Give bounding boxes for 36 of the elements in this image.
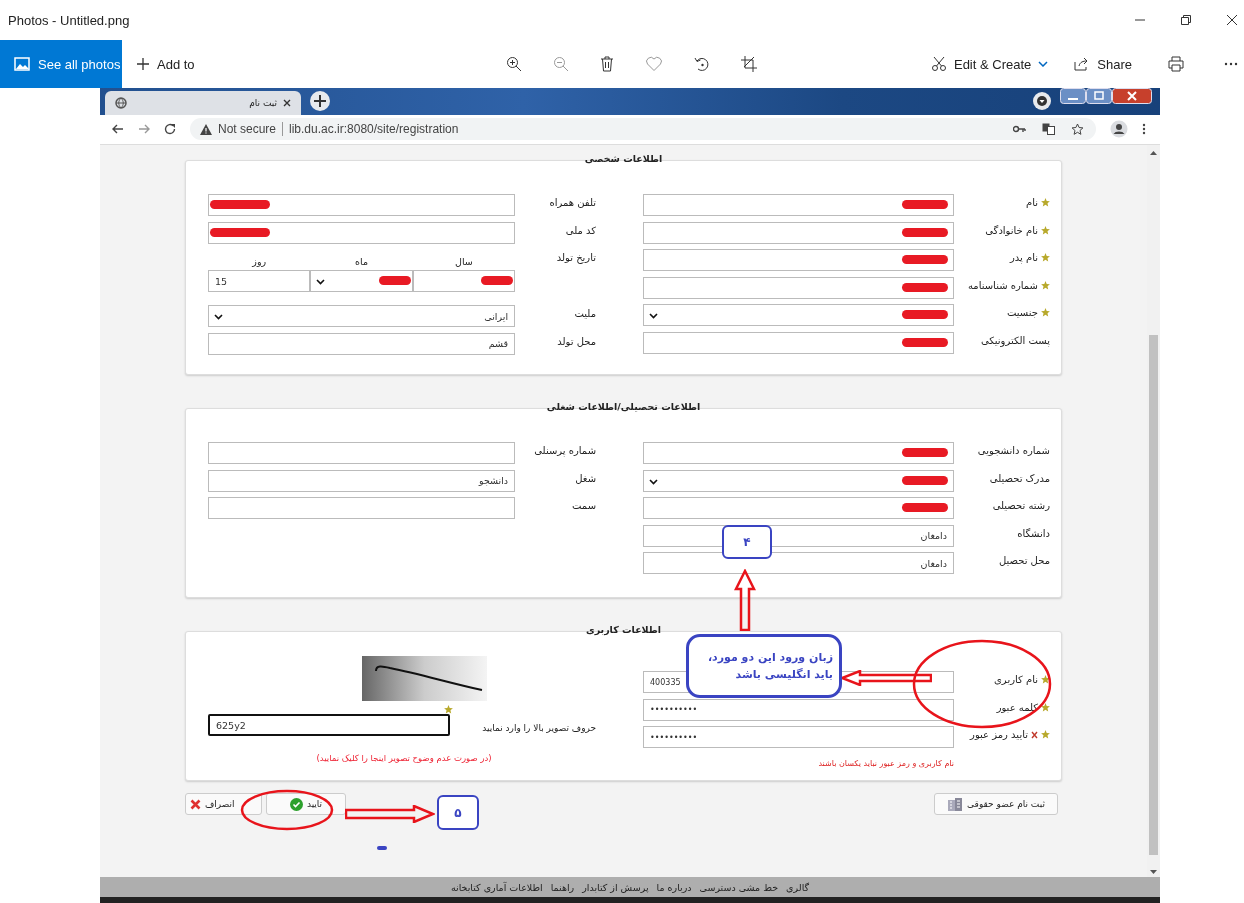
field-label: نام پدر (1009, 252, 1038, 264)
field-label: تلفن همراه (549, 197, 597, 209)
field-label: شماره پرسنلی (534, 445, 597, 457)
field-label: تاریخ تولد (556, 252, 597, 264)
field-label: ملیت (574, 308, 597, 320)
field-label: شغل (575, 472, 597, 484)
date-part-label: روز (252, 256, 267, 268)
number-marker: ۴ (722, 525, 772, 560)
field-label: سمت (572, 500, 597, 512)
security-label: Not secure (218, 122, 277, 137)
number-marker: ۵ (437, 795, 479, 831)
window-title: Photos - Untitled.png (8, 12, 130, 28)
field-label: دانشگاه (1017, 527, 1050, 539)
validation-message: نام کاربری و رمز عبور نباید یکسان باشند (817, 758, 955, 768)
section-title: اطلاعات شخصی (584, 153, 663, 165)
field-label: رشته تحصیلی (992, 500, 1050, 512)
date-part-label: سال (455, 256, 473, 268)
section-title: اطلاعات کاربری (585, 624, 662, 636)
field-label: پست الکترونیکی (980, 334, 1050, 346)
section-title: اطلاعات تحصیلی/اطلاعات شغلی (546, 401, 701, 413)
field-label: تایید رمز عبور (970, 729, 1028, 741)
field-label: نام (1025, 197, 1038, 209)
date-part-label: ماه (355, 256, 368, 268)
field-label: شماره شناسنامه (967, 279, 1038, 291)
field-label: حروف تصویر بالا را وارد نمایید (482, 723, 597, 734)
callout-text: زبان ورود این دو مورد، (706, 649, 833, 666)
field-label: نام کاربری (994, 674, 1038, 686)
field-label: محل تولد (557, 335, 597, 347)
url-text: lib.du.ac.ir:8080/site/registration (289, 122, 459, 137)
field-label: مدرک تحصیلی (989, 472, 1050, 484)
field-label: کد ملی (565, 224, 597, 236)
field-label: شماره دانشجویی (977, 445, 1050, 457)
callout-text: باید انگلیسی باشد (734, 667, 833, 684)
field-label: جنسیت (1007, 307, 1038, 319)
field-label: محل تحصیل (998, 555, 1050, 567)
field-label: نام خانوادگی (985, 224, 1038, 236)
